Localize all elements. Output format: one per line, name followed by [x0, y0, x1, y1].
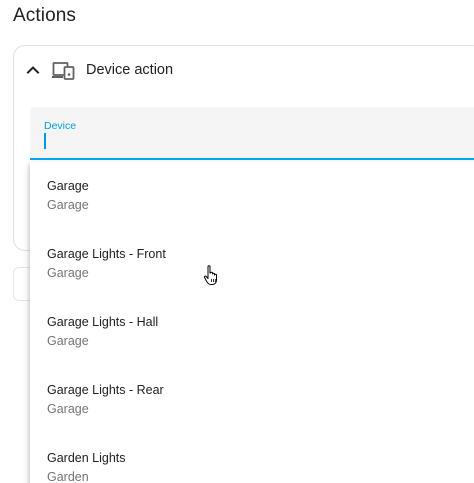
list-item[interactable]: Garden Lights Garden	[30, 434, 474, 483]
device-field-label: Device	[44, 120, 77, 132]
page: Actions Device action Device Garage Gara…	[0, 0, 474, 483]
option-area: Garden	[47, 470, 89, 483]
device-input[interactable]	[44, 134, 444, 154]
devices-icon	[52, 60, 76, 82]
list-item[interactable]: Garage Lights - Front Garage	[30, 230, 474, 298]
option-name: Garage Lights - Hall	[47, 315, 159, 329]
card-title: Device action	[86, 62, 174, 78]
option-area: Garage	[47, 334, 89, 348]
option-area: Garage	[47, 402, 89, 416]
chevron-up-icon[interactable]	[25, 62, 41, 78]
device-dropdown: Garage Garage Garage Lights - Front Gara…	[30, 162, 474, 483]
device-field[interactable]: Device	[30, 107, 474, 160]
list-item[interactable]: Garage Lights - Rear Garage	[30, 366, 474, 434]
option-name: Garage	[47, 179, 89, 193]
card-header[interactable]: Device action	[14, 46, 474, 96]
option-name: Garden Lights	[47, 451, 126, 465]
text-caret	[44, 133, 46, 149]
option-area: Garage	[47, 266, 89, 280]
option-name: Garage Lights - Front	[47, 247, 166, 261]
hand-pointer-icon	[203, 264, 221, 286]
option-area: Garage	[47, 198, 89, 212]
section-title: Actions	[13, 5, 77, 26]
list-item[interactable]: Garage Lights - Hall Garage	[30, 298, 474, 366]
list-item[interactable]: Garage Garage	[30, 162, 474, 230]
option-name: Garage Lights - Rear	[47, 383, 164, 397]
